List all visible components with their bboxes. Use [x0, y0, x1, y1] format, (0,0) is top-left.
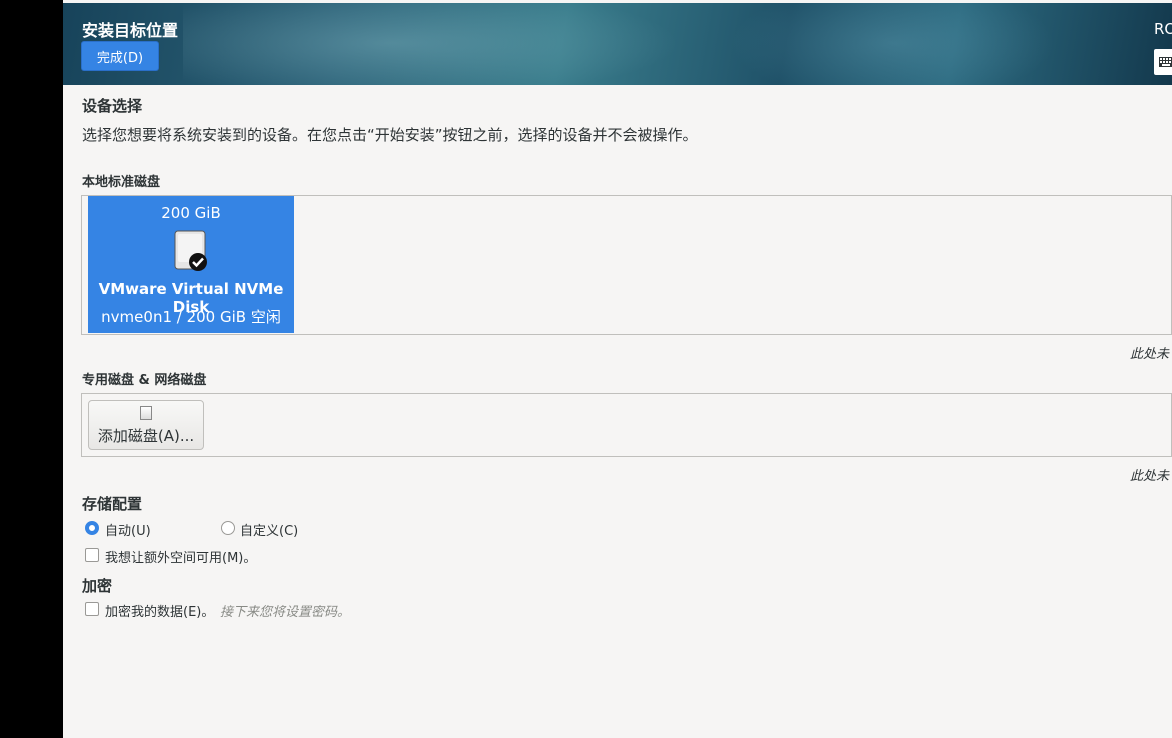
page-title: 安装目标位置	[82, 21, 179, 40]
specialized-disks-label: 专用磁盘 & 网络磁盘	[82, 373, 207, 388]
main-content	[63, 0, 1172, 738]
header-texture	[183, 3, 703, 85]
encrypt-checkbox[interactable]	[85, 602, 99, 616]
disk-icon	[140, 406, 152, 420]
extra-space-checkbox[interactable]	[85, 548, 99, 562]
storage-config-title: 存储配置	[82, 495, 143, 513]
hard-disk-checked-icon	[174, 230, 207, 271]
disk-size: 200 GiB	[161, 204, 221, 222]
custom-label[interactable]: 自定义(C)	[240, 520, 298, 539]
encrypt-hint: 接下来您将设置密码。	[220, 605, 351, 620]
disk-tile[interactable]: 200 GiB VMware Virtual NVMe Disk nvme0n1…	[88, 196, 294, 333]
custom-radio[interactable]	[221, 521, 235, 535]
extra-space-label[interactable]: 我想让额外空间可用(M)。	[105, 547, 256, 566]
automatic-radio[interactable]	[85, 521, 99, 535]
keyboard-icon[interactable]	[1154, 49, 1172, 75]
header-bar: 安装目标位置 完成(D) RO	[63, 3, 1172, 85]
encrypt-label[interactable]: 加密我的数据(E)。	[105, 601, 214, 620]
automatic-label[interactable]: 自动(U)	[105, 520, 151, 539]
local-disks-note: 此处未	[1130, 347, 1170, 362]
add-disk-label: 添加磁盘(A)...	[97, 427, 195, 445]
local-disks-label: 本地标准磁盘	[82, 175, 161, 190]
left-black-area	[0, 0, 63, 738]
specialized-disks-panel	[81, 393, 1172, 457]
device-selection-title: 设备选择	[82, 97, 143, 115]
header-texture	[703, 3, 1083, 85]
encryption-title: 加密	[82, 577, 113, 595]
device-selection-description: 选择您想要将系统安装到的设备。在您点击“开始安装”按钮之前，选择的设备并不会被操…	[82, 126, 698, 144]
add-disk-button[interactable]: 添加磁盘(A)...	[88, 400, 204, 450]
disk-detail: nvme0n1 / 200 GiB 空闲	[101, 308, 281, 326]
language-indicator: RO	[1154, 20, 1172, 38]
specialized-disks-note: 此处未	[1130, 469, 1170, 484]
done-button[interactable]: 完成(D)	[81, 41, 159, 71]
